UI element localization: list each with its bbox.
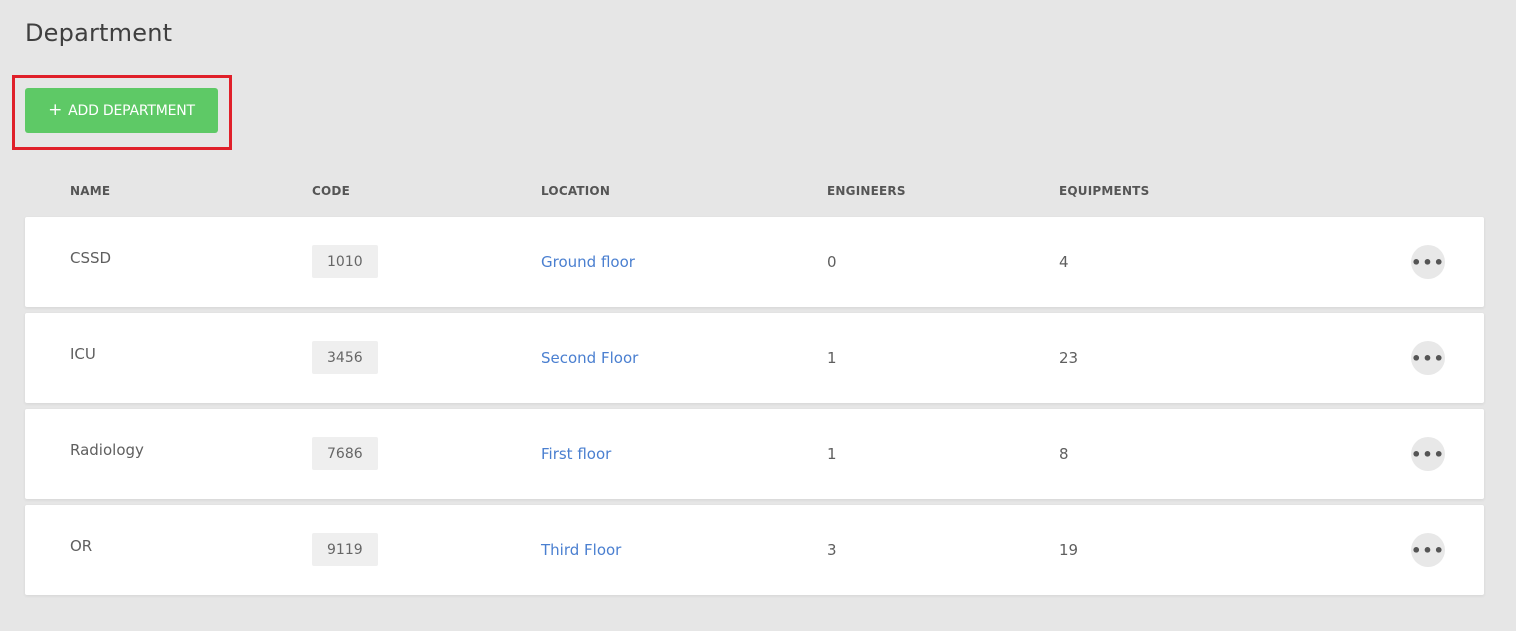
equipments-count: 8 (1059, 445, 1069, 463)
department-location-link[interactable]: Ground floor (541, 253, 635, 271)
more-options-icon[interactable]: ••• (1411, 341, 1445, 375)
plus-icon: + (48, 100, 63, 120)
table-row[interactable]: OR 9119 Third Floor 3 19 ••• (25, 505, 1484, 595)
more-options-icon[interactable]: ••• (1411, 245, 1445, 279)
department-code-badge: 9119 (312, 533, 378, 566)
equipments-count: 19 (1059, 541, 1079, 559)
more-options-icon[interactable]: ••• (1411, 437, 1445, 471)
add-department-label: ADD DEPARTMENT (68, 102, 195, 119)
column-header-name[interactable]: NAME (70, 184, 110, 198)
department-name: OR (70, 537, 93, 555)
page-title: Department (25, 19, 173, 47)
department-location-link[interactable]: Second Floor (541, 349, 638, 367)
equipments-count: 4 (1059, 253, 1069, 271)
department-name: CSSD (70, 249, 112, 267)
department-location-link[interactable]: First floor (541, 445, 611, 463)
more-options-icon[interactable]: ••• (1411, 533, 1445, 567)
table-row[interactable]: CSSD 1010 Ground floor 0 4 ••• (25, 217, 1484, 307)
department-code-badge: 3456 (312, 341, 378, 374)
engineers-count: 1 (827, 445, 837, 463)
add-department-button[interactable]: + ADD DEPARTMENT (25, 88, 218, 133)
department-page: Department + ADD DEPARTMENT NAME CODE LO… (0, 0, 1516, 631)
equipments-count: 23 (1059, 349, 1079, 367)
department-name: Radiology (70, 441, 144, 459)
column-header-code[interactable]: CODE (312, 184, 350, 198)
department-code-badge: 1010 (312, 245, 378, 278)
engineers-count: 0 (827, 253, 837, 271)
table-row[interactable]: Radiology 7686 First floor 1 8 ••• (25, 409, 1484, 499)
department-code-badge: 7686 (312, 437, 378, 470)
department-name: ICU (70, 345, 96, 363)
column-header-engineers[interactable]: ENGINEERS (827, 184, 906, 198)
engineers-count: 1 (827, 349, 837, 367)
engineers-count: 3 (827, 541, 837, 559)
column-header-equipments[interactable]: EQUIPMENTS (1059, 184, 1149, 198)
table-row[interactable]: ICU 3456 Second Floor 1 23 ••• (25, 313, 1484, 403)
column-header-location[interactable]: LOCATION (541, 184, 610, 198)
department-location-link[interactable]: Third Floor (541, 541, 621, 559)
